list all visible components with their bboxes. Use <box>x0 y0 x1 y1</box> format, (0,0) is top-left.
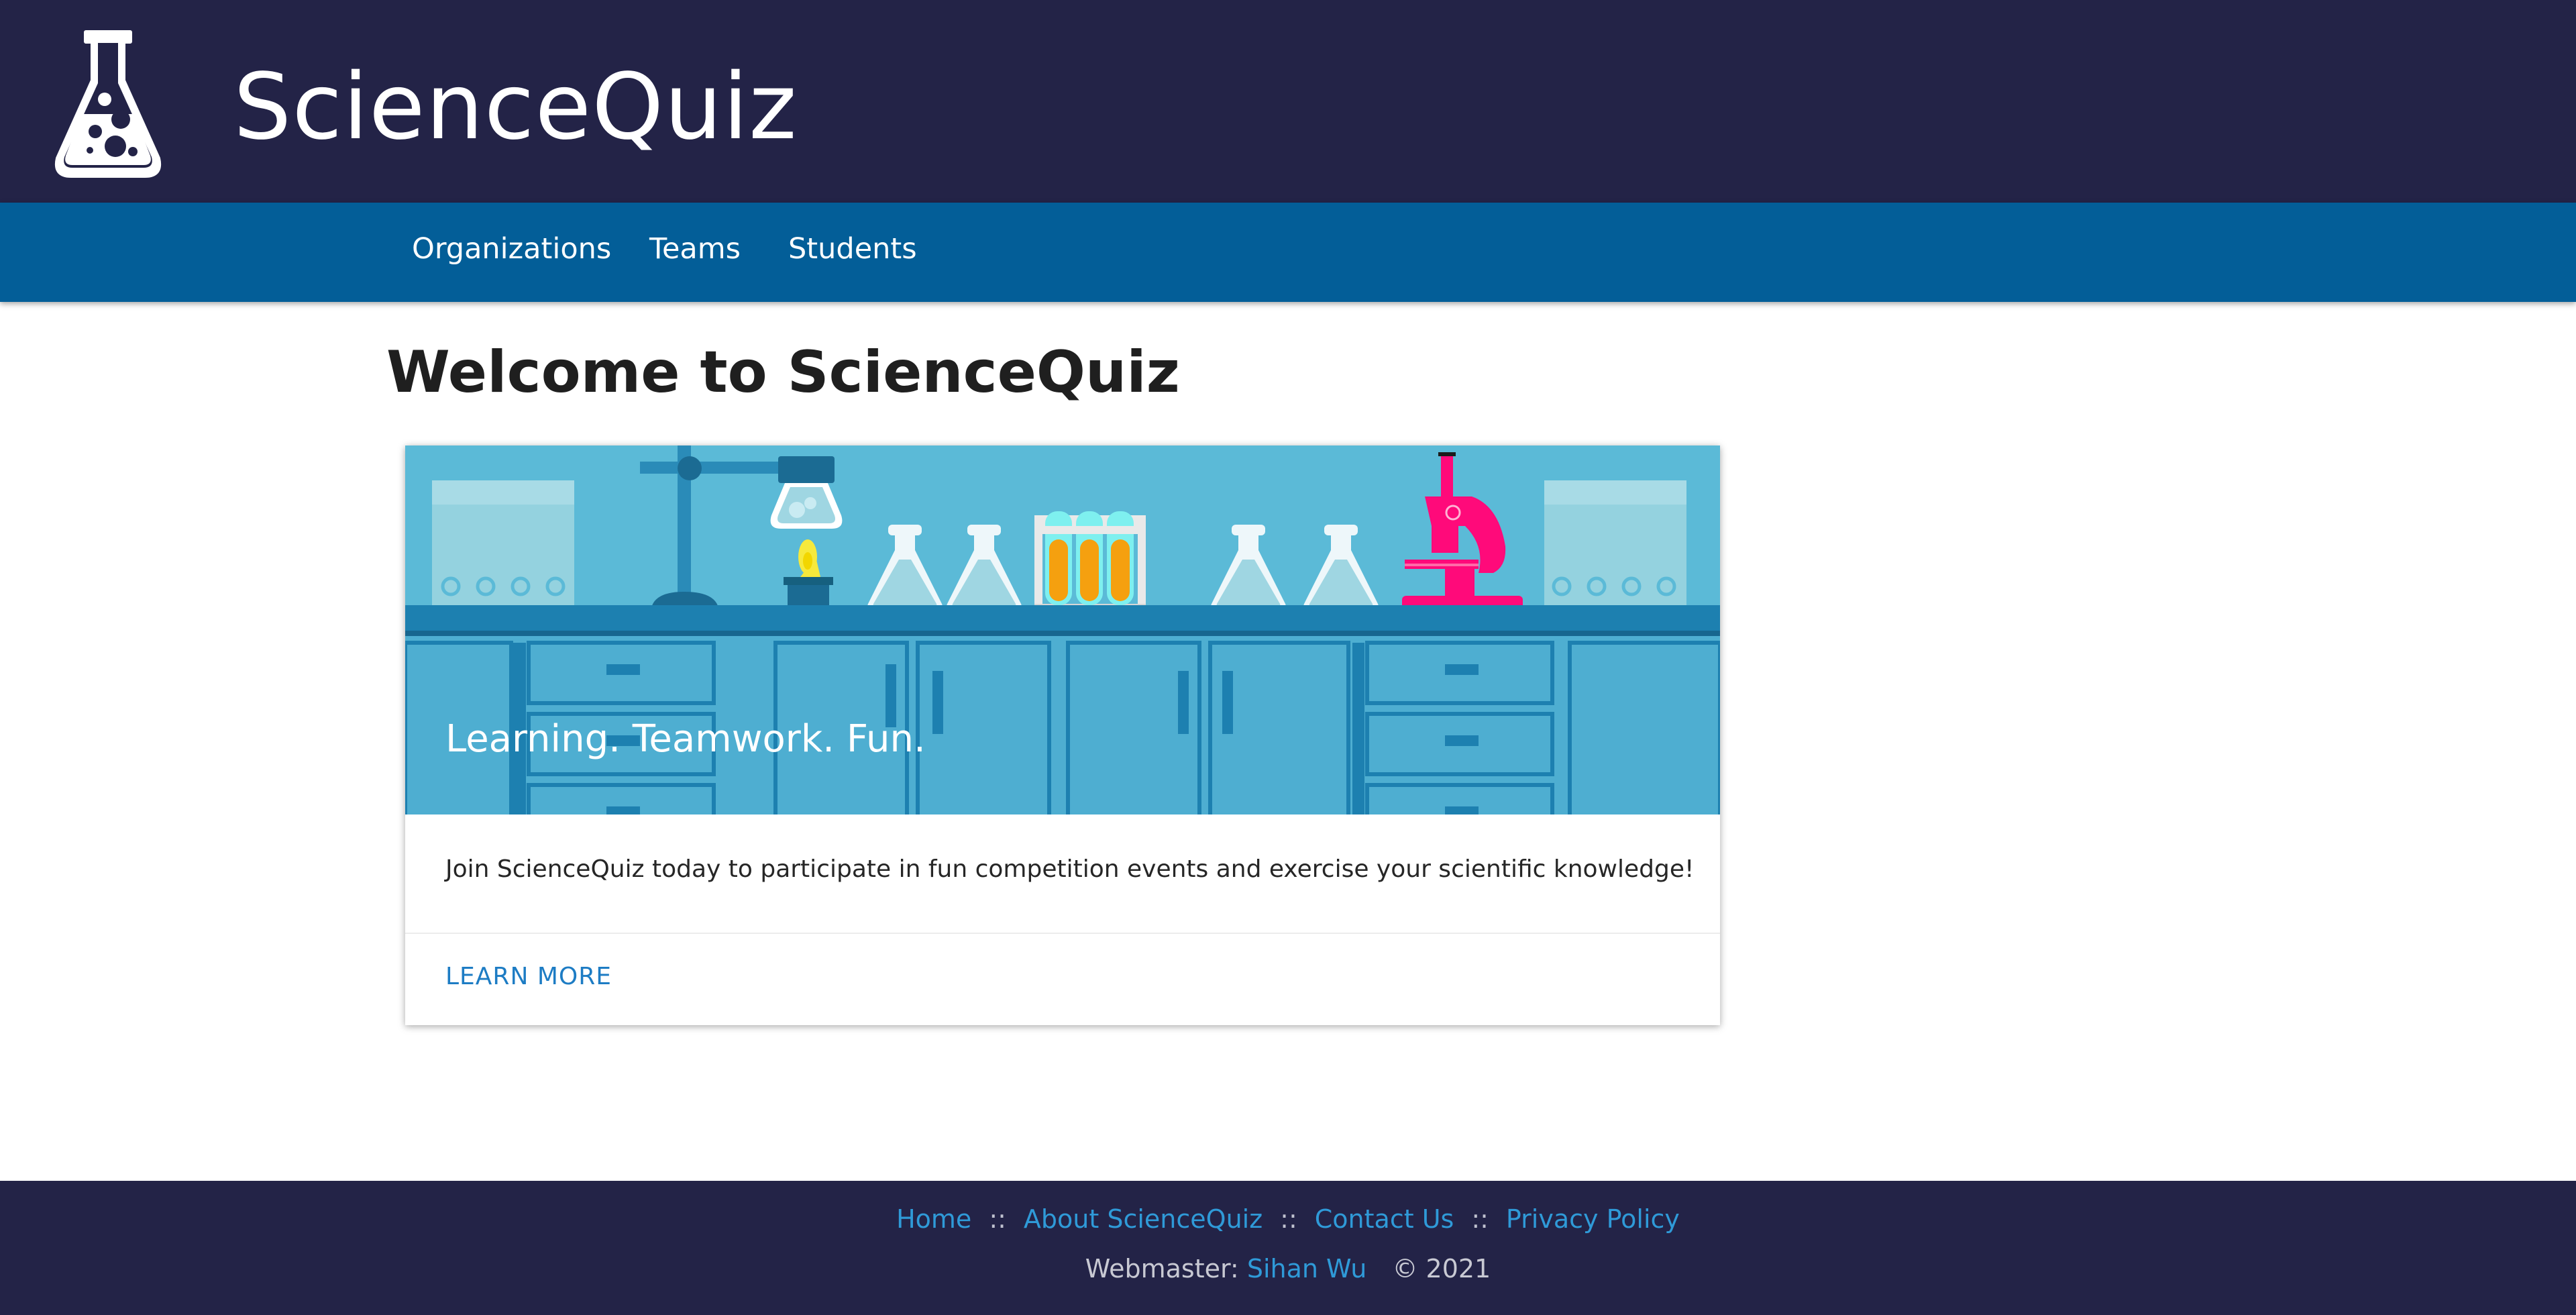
footer-separator: :: <box>1280 1204 1297 1234</box>
footer-separator: :: <box>1471 1204 1489 1234</box>
footer-separator: :: <box>989 1204 1006 1234</box>
welcome-card: Learning. Teamwork. Fun. Join ScienceQui… <box>405 445 1720 1025</box>
footer-credit: Webmaster: Sihan Wu © 2021 <box>0 1256 2576 1281</box>
card-tagline: Learning. Teamwork. Fun. <box>445 717 926 761</box>
copyright-text: © 2021 <box>1392 1254 1491 1283</box>
footer-links: Home:: About ScienceQuiz:: Contact Us:: Pri… <box>0 1206 2576 1232</box>
main-nav: Organizations Teams Students <box>0 203 2576 302</box>
footer-link-contact[interactable]: Contact Us <box>1315 1204 1454 1234</box>
webmaster-link[interactable]: Sihan Wu <box>1247 1254 1367 1283</box>
card-description: Join ScienceQuiz today to participate in… <box>445 855 1695 883</box>
learn-more-button[interactable]: LEARN MORE <box>445 965 612 989</box>
footer-link-home[interactable]: Home <box>896 1204 971 1234</box>
footer-link-about[interactable]: About ScienceQuiz <box>1024 1204 1263 1234</box>
site-header: ScienceQuiz <box>0 0 2576 203</box>
nav-item-organizations[interactable]: Organizations <box>412 235 611 264</box>
page-title: Welcome to ScienceQuiz <box>386 339 1180 406</box>
nav-item-students[interactable]: Students <box>788 235 917 264</box>
webmaster-prefix: Webmaster: <box>1085 1254 1239 1283</box>
site-footer: Home:: About ScienceQuiz:: Contact Us:: Pri… <box>0 1181 2576 1315</box>
flask-icon[interactable] <box>51 27 165 181</box>
nav-item-teams[interactable]: Teams <box>649 235 741 264</box>
page: ScienceQuiz Organizations Teams Students… <box>0 0 2576 1315</box>
card-divider <box>405 933 1720 934</box>
footer-link-privacy[interactable]: Privacy Policy <box>1506 1204 1680 1234</box>
site-brand[interactable]: ScienceQuiz <box>233 62 798 153</box>
